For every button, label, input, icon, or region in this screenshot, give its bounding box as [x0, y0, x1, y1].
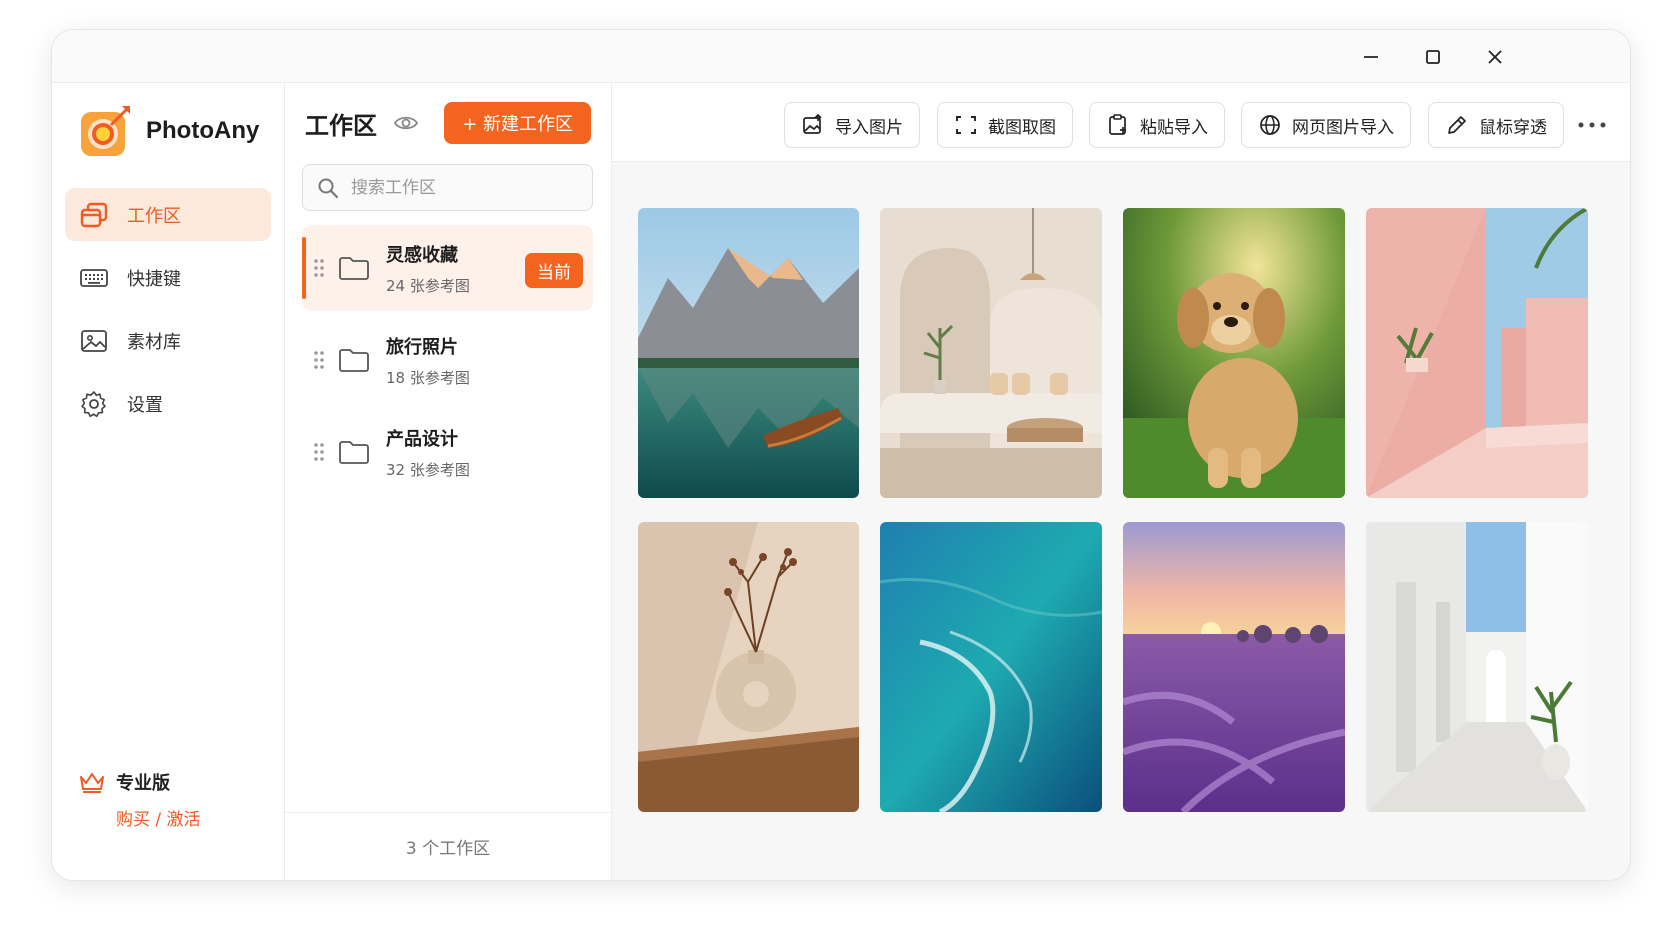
drag-handle-icon[interactable] — [312, 349, 326, 371]
globe-icon — [1260, 115, 1280, 135]
mountain-lake-image — [638, 208, 859, 498]
sidebar-item-settings[interactable]: 设置 — [65, 377, 271, 430]
minimize-icon — [1364, 56, 1378, 58]
gear-icon — [81, 390, 106, 417]
toolbar-button-label: 导入图片 — [835, 117, 903, 138]
search-input[interactable] — [351, 177, 571, 198]
title-bar — [52, 30, 1630, 83]
maximize-button[interactable] — [1418, 42, 1448, 72]
image-thumbnail[interactable] — [880, 208, 1102, 498]
toolbar-button-label: 截图取图 — [988, 117, 1056, 138]
folder-icon — [339, 257, 369, 280]
sidebar-item-label: 素材库 — [127, 331, 181, 353]
more-icon[interactable] — [1576, 113, 1608, 137]
search-box — [302, 164, 593, 211]
crown-icon — [80, 773, 104, 793]
workspace-panel: 工作区 + 新建工作区 灵感收藏 24 张参考图 当前 — [285, 83, 612, 880]
vase-image — [638, 522, 859, 812]
folder-icon — [339, 441, 369, 464]
app-name: PhotoAny — [146, 117, 260, 144]
paste-import-button[interactable]: 粘贴导入 — [1089, 102, 1225, 148]
sidebar-item-workspace[interactable]: 工作区 — [65, 188, 271, 241]
workspace-item[interactable]: 旅行照片 18 张参考图 — [302, 317, 593, 403]
ocean-image — [880, 522, 1102, 812]
import-image-icon — [803, 113, 822, 134]
web-image-import-button[interactable]: 网页图片导入 — [1241, 102, 1411, 148]
minimize-button[interactable] — [1356, 42, 1386, 72]
screenshot-button[interactable]: 截图取图 — [937, 102, 1073, 148]
image-thumbnail[interactable] — [1123, 208, 1345, 498]
image-thumbnail[interactable] — [1123, 522, 1345, 812]
image-thumbnail[interactable] — [1366, 522, 1588, 812]
close-button[interactable] — [1480, 42, 1510, 72]
workspace-count: 24 张参考图 — [386, 276, 470, 295]
puppy-image — [1123, 208, 1345, 498]
image-library-icon — [81, 329, 107, 352]
import-image-button[interactable]: 导入图片 — [784, 102, 920, 148]
workspace-list: 灵感收藏 24 张参考图 当前 旅行照片 18 张参考图 产品设计 32 张参考… — [302, 225, 593, 501]
brand: PhotoAny — [78, 101, 259, 161]
sidebar-item-label: 设置 — [127, 394, 163, 416]
keyboard-icon — [80, 268, 108, 287]
app-logo-icon — [81, 106, 130, 156]
sidebar: PhotoAny 工作区 快捷键 素材库 设置 专业版 购买 / 激活 — [52, 83, 285, 880]
drag-handle-icon[interactable] — [312, 441, 326, 463]
lavender-field-image — [1123, 522, 1345, 812]
workspace-icon — [80, 202, 108, 227]
pro-link-separator: / — [150, 810, 167, 830]
image-thumbnail[interactable] — [1366, 208, 1588, 498]
workspace-name: 灵感收藏 — [386, 244, 458, 266]
pen-icon — [1448, 116, 1466, 134]
main-area: 导入图片 截图取图 粘贴导入 网页图片导入 鼠标穿透 — [612, 83, 1630, 880]
white-corridor-image — [1366, 522, 1588, 812]
folder-icon — [339, 349, 369, 372]
eye-icon[interactable] — [393, 110, 419, 136]
image-thumbnail[interactable] — [880, 522, 1102, 812]
paste-icon — [1109, 114, 1126, 135]
workspace-panel-title: 工作区 — [305, 111, 377, 140]
sidebar-item-label: 快捷键 — [127, 268, 181, 290]
maximize-icon — [1426, 50, 1440, 64]
image-thumbnail[interactable] — [638, 522, 859, 812]
image-thumbnail[interactable] — [638, 208, 859, 498]
toolbar-button-label: 粘贴导入 — [1140, 117, 1208, 138]
pro-title: 专业版 — [116, 773, 170, 794]
search-icon — [318, 178, 339, 198]
sidebar-item-shortcuts[interactable]: 快捷键 — [65, 251, 271, 304]
pro-section: 专业版 购买 / 激活 — [78, 769, 201, 830]
workspace-item[interactable]: 产品设计 32 张参考图 — [302, 409, 593, 495]
workspace-name: 产品设计 — [386, 428, 458, 450]
mouse-passthrough-button[interactable]: 鼠标穿透 — [1428, 102, 1564, 148]
app-window: PhotoAny 工作区 快捷键 素材库 设置 专业版 购买 / 激活 工作区 … — [51, 29, 1631, 881]
sidebar-item-library[interactable]: 素材库 — [65, 314, 271, 367]
workspace-item[interactable]: 灵感收藏 24 张参考图 当前 — [302, 225, 593, 311]
sidebar-item-label: 工作区 — [127, 205, 181, 227]
close-icon — [1488, 50, 1502, 64]
interior-image — [880, 208, 1102, 498]
sidebar-nav: 工作区 快捷键 素材库 设置 — [65, 188, 271, 440]
current-badge: 当前 — [525, 253, 583, 288]
toolbar-button-label: 鼠标穿透 — [1479, 117, 1547, 138]
pink-architecture-image — [1366, 208, 1588, 498]
workspace-name: 旅行照片 — [386, 336, 458, 358]
screenshot-icon — [956, 116, 976, 134]
buy-link[interactable]: 购买 — [116, 810, 150, 830]
toolbar: 导入图片 截图取图 粘贴导入 网页图片导入 鼠标穿透 — [612, 83, 1630, 162]
toolbar-button-label: 网页图片导入 — [1292, 117, 1394, 138]
workspace-count-footer: 3 个工作区 — [285, 812, 611, 880]
workspace-count: 32 张参考图 — [386, 460, 470, 479]
drag-handle-icon[interactable] — [312, 257, 326, 279]
workspace-count: 18 张参考图 — [386, 368, 470, 387]
activate-link[interactable]: 激活 — [167, 810, 201, 830]
new-workspace-button[interactable]: + 新建工作区 — [444, 102, 591, 144]
